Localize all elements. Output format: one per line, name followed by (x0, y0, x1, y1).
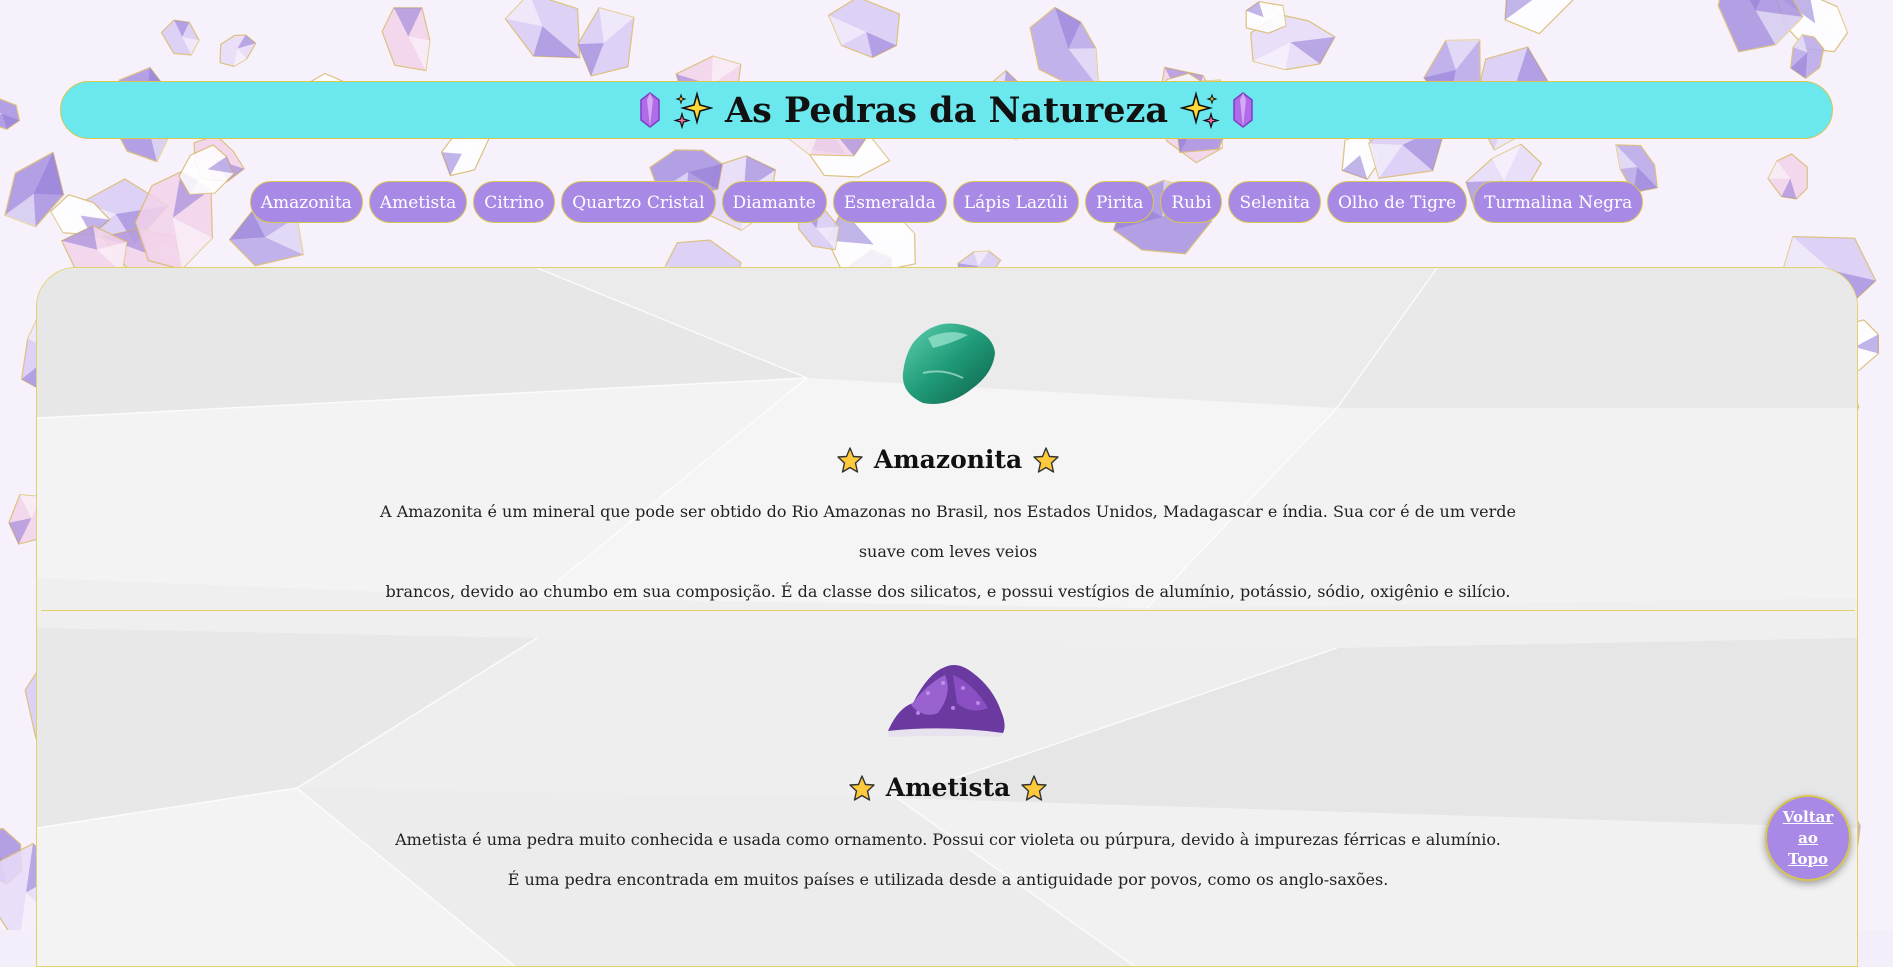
nav-link-esmeralda[interactable]: Esmeralda (833, 181, 947, 223)
page-title: As Pedras da Natureza (725, 90, 1168, 131)
star-icon (1032, 446, 1060, 474)
sparkles-icon (673, 90, 713, 130)
description-line: Ametista é uma pedra muito conhecida e u… (378, 820, 1518, 860)
nav-link-lapis-lazuli[interactable]: Lápis Lazúli (953, 181, 1079, 223)
stone-description-amazonita: A Amazonita é um mineral que pode ser ob… (378, 492, 1518, 612)
sparkles-icon (1180, 90, 1220, 130)
nav-link-rubi[interactable]: Rubi (1160, 181, 1222, 223)
stone-name: Ametista (886, 773, 1011, 802)
nav-link-quartzo-cristal[interactable]: Quartzo Cristal (561, 181, 715, 223)
description-line: brancos, devido ao chumbo em sua composi… (378, 572, 1518, 612)
stone-section-ametista: Ametista Ametista é uma pedra muito conh… (37, 653, 1858, 900)
stone-title-ametista: Ametista (37, 773, 1858, 802)
gem-icon (1232, 92, 1254, 128)
page-title-wrap: As Pedras da Natureza (639, 90, 1254, 131)
section-divider (41, 610, 1855, 611)
star-icon (836, 446, 864, 474)
stone-title-amazonita: Amazonita (37, 445, 1858, 474)
ametista-stone-image (883, 653, 1013, 738)
nav-link-amazonita[interactable]: Amazonita (250, 181, 363, 223)
amazonita-stone-image (893, 313, 1003, 413)
nav-link-pirita[interactable]: Pirita (1085, 181, 1154, 223)
description-line: A Amazonita é um mineral que pode ser ob… (378, 492, 1518, 572)
gem-icon (639, 92, 661, 128)
star-icon (848, 774, 876, 802)
back-to-top-label: Topo (1778, 849, 1838, 870)
back-to-top-label: Voltar (1778, 807, 1838, 828)
star-icon (1020, 774, 1048, 802)
nav-link-olho-de-tigre[interactable]: Olho de Tigre (1327, 181, 1467, 223)
back-to-top-button[interactable]: Voltar ao Topo (1765, 795, 1851, 881)
stone-section-amazonita: Amazonita A Amazonita é um mineral que p… (37, 313, 1858, 612)
description-line: É uma pedra encontrada em muitos países … (378, 860, 1518, 900)
site-header: As Pedras da Natureza (60, 81, 1833, 139)
stone-navigation: Amazonita Ametista Citrino Quartzo Crist… (0, 181, 1893, 223)
stones-content-panel: Amazonita A Amazonita é um mineral que p… (36, 267, 1858, 967)
nav-link-turmalina-negra[interactable]: Turmalina Negra (1473, 181, 1643, 223)
back-to-top-label: ao (1778, 828, 1838, 849)
nav-link-ametista[interactable]: Ametista (369, 181, 467, 223)
stone-description-ametista: Ametista é uma pedra muito conhecida e u… (378, 820, 1518, 900)
nav-link-selenita[interactable]: Selenita (1228, 181, 1321, 223)
stone-name: Amazonita (874, 445, 1022, 474)
nav-link-citrino[interactable]: Citrino (473, 181, 555, 223)
nav-link-diamante[interactable]: Diamante (722, 181, 827, 223)
